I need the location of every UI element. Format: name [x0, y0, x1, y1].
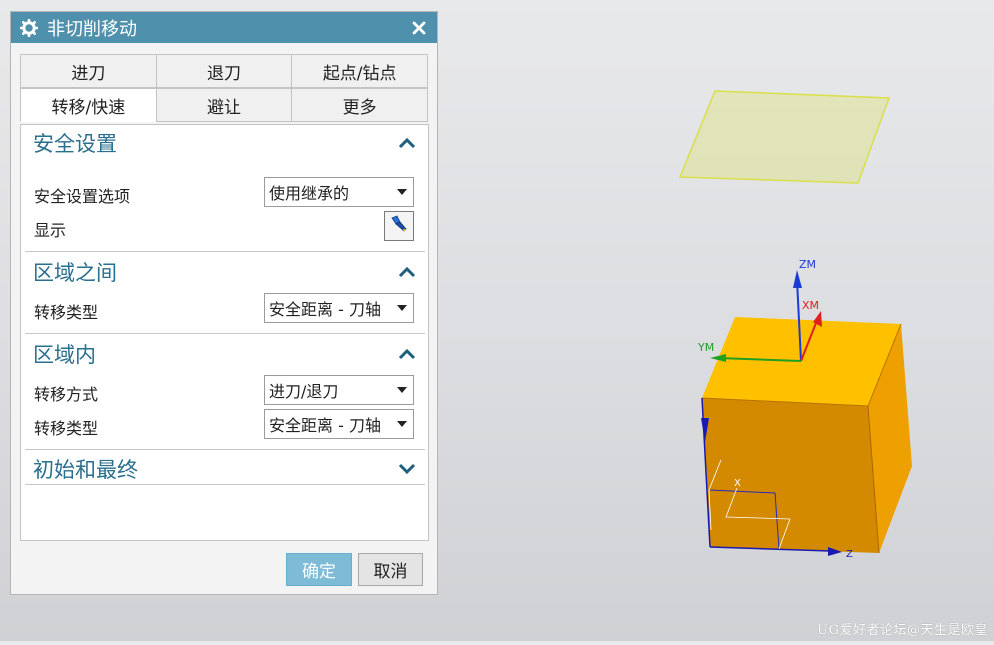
- tab-transfer-rapid[interactable]: 转移/快速: [20, 88, 157, 122]
- section-divider: [25, 484, 425, 485]
- close-icon[interactable]: [409, 18, 429, 38]
- section-title: 初始和最终: [33, 458, 138, 482]
- axis-label-xm: XM: [802, 299, 819, 312]
- dialog-title-bar[interactable]: 非切削移动: [11, 12, 437, 43]
- select-value: 使用继承的: [269, 184, 350, 203]
- safety-option-label: 安全设置选项: [34, 187, 131, 206]
- chevron-up-icon[interactable]: [396, 261, 418, 283]
- between-transfer-type-select[interactable]: 安全距离 - 刀轴: [264, 293, 414, 323]
- tab-more[interactable]: 更多: [291, 88, 429, 122]
- tab-engage[interactable]: 进刀: [20, 54, 157, 88]
- section-divider: [25, 449, 425, 450]
- section-divider: [25, 333, 425, 334]
- tab-start-drill-points[interactable]: 起点/钻点: [291, 54, 429, 88]
- tab-avoidance[interactable]: 避让: [155, 88, 293, 122]
- chevron-down-icon: [391, 294, 413, 322]
- chevron-up-icon[interactable]: [396, 132, 418, 154]
- chevron-down-icon: [391, 178, 413, 206]
- section-safety-header[interactable]: 安全设置: [24, 129, 418, 157]
- display-flashlight-button[interactable]: [384, 211, 414, 241]
- section-title: 区域内: [33, 343, 96, 367]
- gear-icon: [19, 18, 39, 38]
- flashlight-icon: [389, 214, 409, 238]
- section-title: 区域之间: [33, 261, 117, 285]
- select-value: 进刀/退刀: [269, 382, 339, 401]
- section-initial-final-header[interactable]: 初始和最终: [24, 455, 418, 483]
- within-transfer-type-select[interactable]: 安全距离 - 刀轴: [264, 409, 414, 439]
- cancel-button[interactable]: 取消: [358, 553, 423, 586]
- safety-option-select[interactable]: 使用继承的: [264, 177, 414, 207]
- axis-label-zm: ZM: [799, 258, 816, 271]
- section-between-regions-header[interactable]: 区域之间: [24, 258, 418, 286]
- between-transfer-type-label: 转移类型: [34, 303, 99, 322]
- tab-retract[interactable]: 退刀: [155, 54, 293, 88]
- tab-bar: 进刀 退刀 起点/钻点 转移/快速 避让 更多: [20, 54, 429, 122]
- within-transfer-method-select[interactable]: 进刀/退刀: [264, 375, 414, 405]
- section-within-region-header[interactable]: 区域内: [24, 340, 418, 368]
- chevron-down-icon: [391, 376, 413, 404]
- section-title: 安全设置: [33, 132, 117, 156]
- tab-content-panel: 安全设置 安全设置选项 使用继承的 显示 区域之间 转移类型 安全距离 - 刀轴…: [20, 124, 429, 541]
- ok-button[interactable]: 确定: [286, 553, 352, 586]
- non-cutting-moves-dialog: 非切削移动 进刀 退刀 起点/钻点 转移/快速 避让 更多 安全设置 安全设置选: [10, 11, 438, 595]
- block-front-face: [702, 398, 879, 553]
- watermark-text: UG爱好者论坛@天生是欧皇: [817, 623, 988, 638]
- safety-plane: [678, 90, 891, 184]
- tab-row-1: 进刀 退刀 起点/钻点: [20, 54, 429, 88]
- display-label: 显示: [34, 221, 67, 240]
- axis-label-ym: YM: [697, 341, 714, 354]
- within-transfer-type-label: 转移类型: [34, 419, 99, 438]
- block-top-face: [702, 317, 901, 406]
- tab-row-2: 转移/快速 避让 更多: [20, 88, 429, 122]
- chevron-up-icon[interactable]: [396, 343, 418, 365]
- dialog-title: 非切削移动: [47, 18, 137, 40]
- select-value: 安全距离 - 刀轴: [269, 300, 381, 319]
- chevron-down-icon: [391, 410, 413, 438]
- select-value: 安全距离 - 刀轴: [269, 416, 381, 435]
- axis-label-x: X: [734, 478, 741, 489]
- within-transfer-method-label: 转移方式: [34, 385, 99, 404]
- section-divider: [25, 251, 425, 252]
- axis-label-z: Z: [846, 549, 853, 560]
- chevron-down-icon[interactable]: [396, 458, 418, 480]
